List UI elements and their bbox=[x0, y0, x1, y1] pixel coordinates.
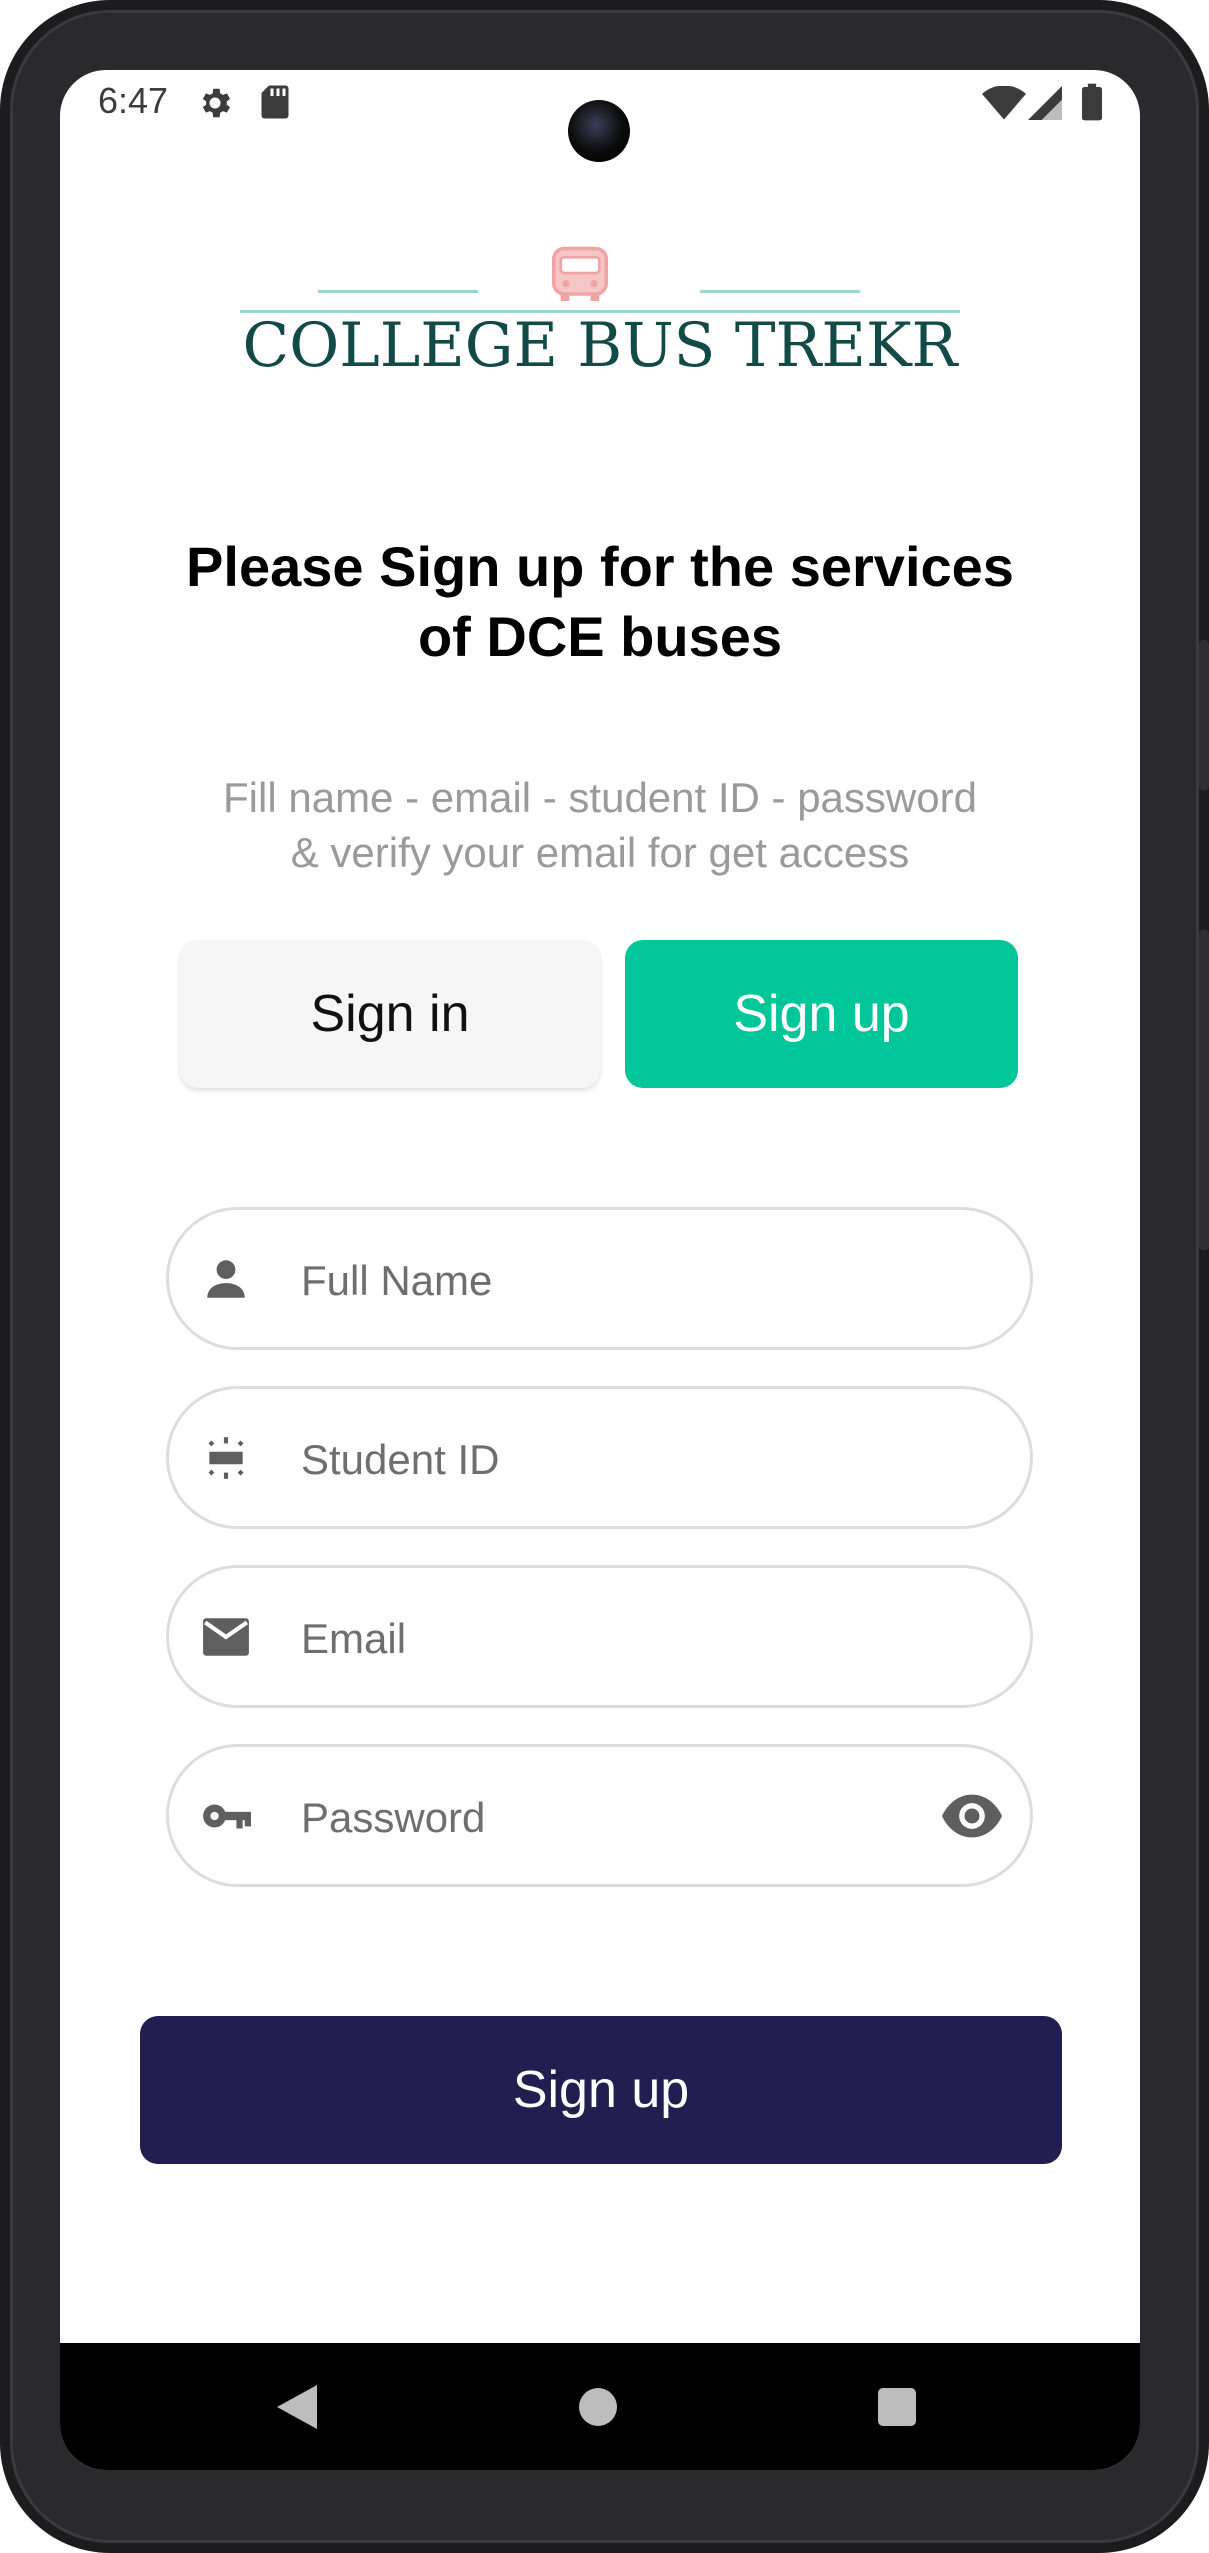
title-line-2: of DCE buses bbox=[417, 605, 783, 668]
sign-up-button[interactable]: Sign up bbox=[140, 2016, 1062, 2164]
signal-icon bbox=[1028, 86, 1062, 120]
tab-sign-in[interactable]: Sign in bbox=[180, 940, 600, 1088]
wifi-icon bbox=[982, 86, 1026, 120]
eye-icon[interactable] bbox=[942, 1791, 1002, 1841]
home-icon[interactable] bbox=[579, 2388, 617, 2426]
navigation-bar bbox=[60, 2343, 1140, 2470]
volume-button bbox=[1199, 640, 1209, 790]
bus-icon bbox=[552, 246, 608, 301]
power-button bbox=[1199, 930, 1209, 1250]
battery-icon bbox=[1082, 83, 1102, 121]
student-id-field[interactable] bbox=[166, 1386, 1033, 1529]
tab-sign-up[interactable]: Sign up bbox=[625, 940, 1018, 1088]
front-camera bbox=[568, 100, 630, 162]
gear-icon bbox=[202, 88, 231, 118]
status-time: 6:47 bbox=[98, 80, 169, 121]
logo-line-left bbox=[318, 290, 478, 293]
sd-card-icon bbox=[261, 85, 289, 119]
app-screen: 6:47 COLLEGE BUS TREKR Please Sign up fo… bbox=[60, 70, 1140, 2470]
student-id-input[interactable] bbox=[299, 1409, 903, 1511]
password-field[interactable] bbox=[166, 1744, 1033, 1887]
password-input[interactable] bbox=[299, 1767, 903, 1869]
person-icon bbox=[207, 1260, 245, 1298]
page-subtitle: Fill name - email - student ID - passwor… bbox=[150, 770, 1050, 880]
app-logo: COLLEGE BUS TREKR bbox=[240, 160, 960, 390]
subtitle-line-1: Fill name - email - student ID - passwor… bbox=[223, 774, 977, 821]
key-icon bbox=[203, 1804, 251, 1829]
logo-text: COLLEGE BUS TREKR bbox=[242, 310, 958, 381]
subtitle-line-2: & verify your email for get access bbox=[290, 829, 910, 876]
email-input[interactable] bbox=[299, 1588, 903, 1690]
recents-icon[interactable] bbox=[878, 2388, 916, 2426]
title-line-1: Please Sign up for the services bbox=[186, 535, 1014, 598]
full-name-field[interactable] bbox=[166, 1207, 1033, 1350]
logo-line-right bbox=[700, 290, 860, 293]
envelope-icon bbox=[203, 1618, 249, 1656]
page-title: Please Sign up for the services of DCE b… bbox=[150, 532, 1050, 672]
full-name-input[interactable] bbox=[299, 1230, 903, 1332]
email-field[interactable] bbox=[166, 1565, 1033, 1708]
back-icon[interactable] bbox=[276, 2385, 318, 2429]
badge-icon bbox=[208, 1437, 244, 1479]
